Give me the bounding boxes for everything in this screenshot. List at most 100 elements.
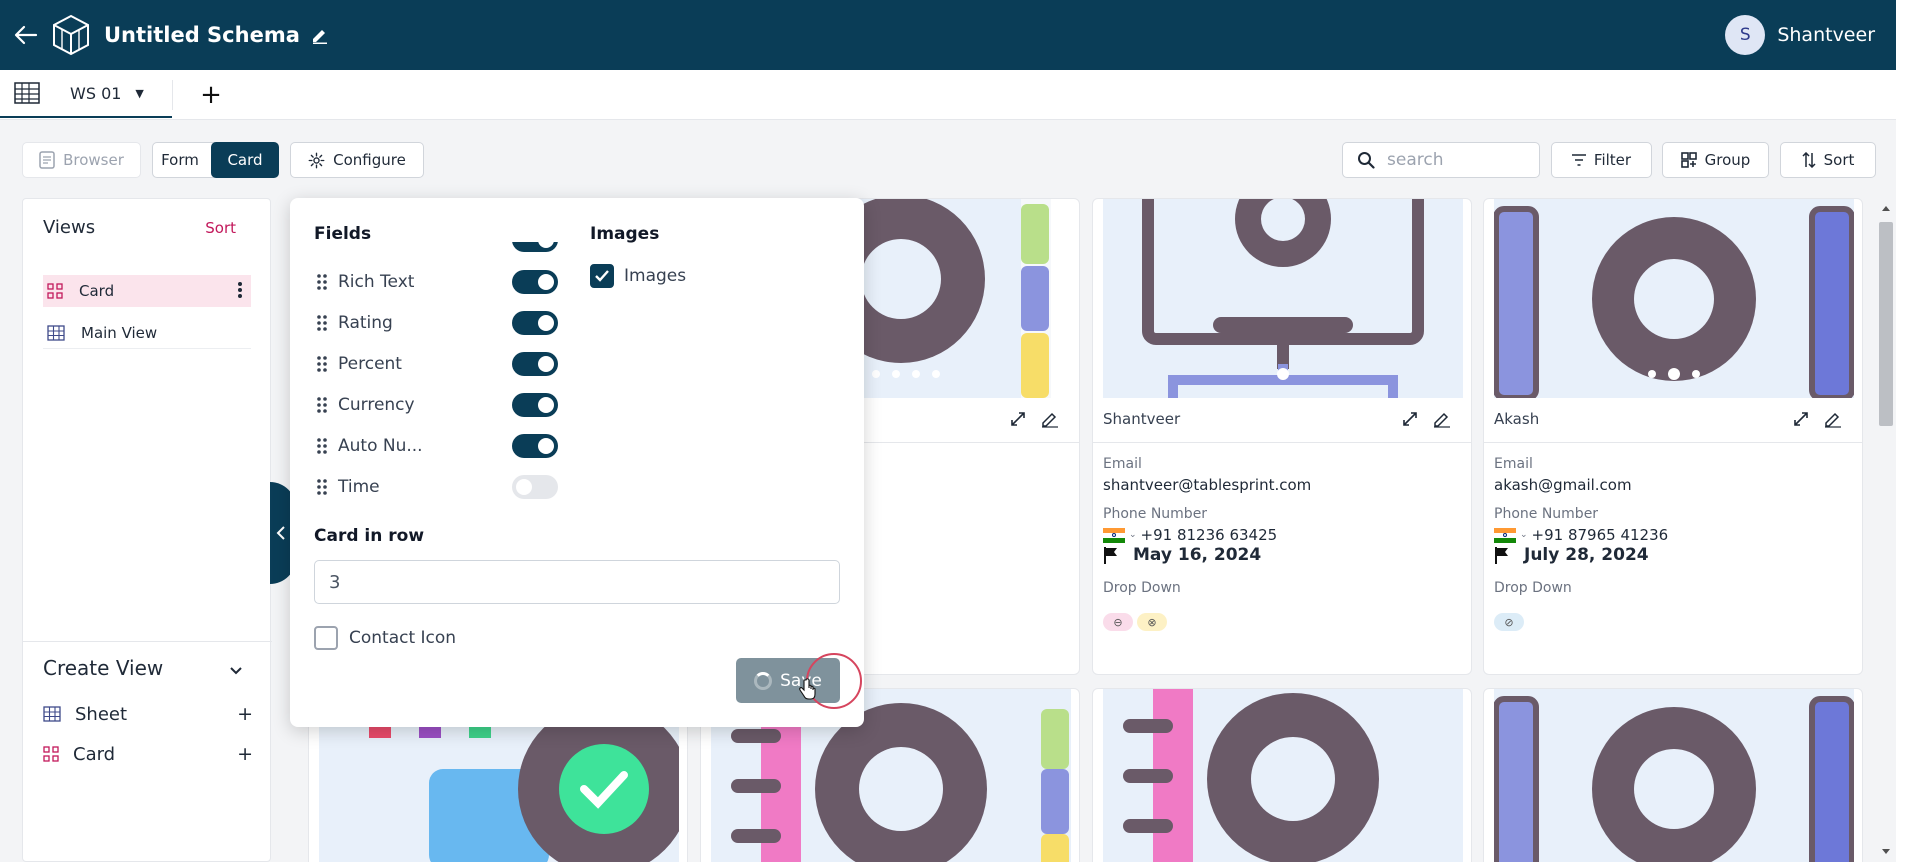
edit-pencil-icon[interactable] (1433, 410, 1451, 432)
card-title-row: Akash (1484, 398, 1862, 443)
expand-icon[interactable] (1011, 412, 1025, 430)
drag-handle-icon[interactable] (316, 314, 328, 332)
dropdown-chip-check-icon: ⊘ (1494, 613, 1524, 631)
chevron-down-icon[interactable] (230, 661, 242, 679)
phone-label: Phone Number (1103, 506, 1208, 522)
group-icon (1680, 152, 1697, 168)
record-card[interactable] (1092, 688, 1472, 862)
create-item-label: Sheet (75, 703, 128, 725)
email-label: Email (1103, 456, 1142, 472)
field-toggle[interactable] (512, 270, 558, 294)
expand-icon[interactable] (1794, 412, 1808, 430)
card-in-row-input[interactable]: 3 (314, 560, 840, 604)
edit-pencil-icon[interactable] (1824, 410, 1842, 432)
images-checkbox[interactable] (590, 264, 614, 288)
card-in-row-label: Card in row (314, 526, 425, 546)
contact-icon-checkbox[interactable] (314, 626, 338, 650)
field-toggle[interactable] (512, 242, 558, 252)
date-value: July 28, 2024 (1524, 545, 1649, 565)
drag-handle-icon[interactable] (316, 478, 328, 496)
drag-handle-icon[interactable] (316, 396, 328, 414)
card-image (1103, 689, 1463, 862)
table-grid-icon (43, 706, 61, 722)
field-row-partial (316, 242, 558, 252)
view-item-main-view[interactable]: Main View (43, 317, 251, 349)
plus-icon[interactable]: + (237, 703, 253, 725)
configure-popover: Fields Images Rich Text Rating Percent C… (290, 198, 864, 727)
expand-icon[interactable] (1403, 412, 1417, 430)
create-sheet-view[interactable]: Sheet + (43, 699, 253, 729)
view-item-label: Main View (81, 323, 158, 342)
form-label: Form (161, 151, 199, 169)
card-image (1103, 199, 1463, 398)
group-label: Group (1704, 151, 1751, 169)
date-row: May 16, 2024 (1103, 545, 1261, 565)
field-label: Rich Text (338, 272, 415, 292)
vertical-scrollbar[interactable] (1876, 198, 1896, 862)
india-flag-icon (1494, 527, 1516, 543)
field-toggle[interactable] (512, 393, 558, 417)
card-image (1494, 689, 1854, 862)
phone-value-row: ⌄ +91 81236 63425 (1103, 526, 1277, 544)
plus-icon[interactable]: + (237, 743, 253, 765)
scroll-thumb[interactable] (1879, 222, 1893, 426)
field-toggle[interactable] (512, 434, 558, 458)
create-item-label: Card (73, 743, 116, 765)
back-arrow-icon[interactable] (4, 13, 48, 57)
phone-value-row: ⌄ +91 87965 41236 (1494, 526, 1668, 544)
field-label: Auto Nu... (338, 436, 423, 456)
view-item-card[interactable]: Card (43, 275, 251, 307)
loading-spinner-icon (754, 671, 773, 690)
browser-button[interactable]: Browser (22, 142, 141, 178)
views-panel: Views Sort Card Main View Create View Sh… (22, 198, 272, 862)
field-toggle[interactable] (512, 352, 558, 376)
field-label: Percent (338, 354, 402, 374)
more-vertical-icon[interactable] (237, 281, 243, 303)
card-in-row-value: 3 (329, 571, 341, 593)
card-grid-icon (47, 283, 63, 299)
field-row: Auto Nu... (316, 433, 558, 459)
table-grid-icon (47, 324, 65, 341)
divider (23, 641, 272, 642)
worksheet-tabbar: WS 01 ▼ + (0, 70, 1896, 120)
record-card[interactable]: Shantveer Email shantveer@tablesprint.co… (1092, 198, 1472, 675)
user-menu[interactable]: S Shantveer (1725, 15, 1875, 55)
drag-handle-icon[interactable] (316, 437, 328, 455)
configure-label: Configure (333, 151, 406, 169)
group-button[interactable]: Group (1662, 142, 1769, 178)
field-label: Currency (338, 395, 415, 415)
field-toggle[interactable] (512, 311, 558, 335)
views-title: Views (43, 217, 96, 238)
search-input[interactable]: search (1342, 142, 1540, 178)
tab-ws-01[interactable]: WS 01 ▼ (0, 70, 172, 118)
card-view-toggle[interactable]: Card (211, 142, 279, 178)
chevron-down-icon[interactable]: ▼ (135, 87, 143, 100)
scroll-up-icon[interactable] (1881, 204, 1891, 212)
add-worksheet-button[interactable]: + (194, 78, 228, 112)
search-icon (1358, 152, 1375, 169)
field-row: Rich Text (316, 269, 558, 295)
edit-pencil-icon[interactable] (1041, 410, 1059, 432)
field-toggle[interactable] (512, 475, 558, 499)
field-label: Time (338, 477, 380, 497)
sort-button[interactable]: Sort (1780, 142, 1876, 178)
record-card[interactable]: Akash Email akash@gmail.com Phone Number… (1483, 198, 1863, 675)
form-view-toggle[interactable]: Form (152, 142, 216, 178)
drag-handle-icon[interactable] (316, 273, 328, 291)
record-card[interactable] (1483, 688, 1863, 862)
images-option-label: Images (624, 266, 687, 286)
configure-button[interactable]: Configure (290, 142, 424, 178)
scroll-down-icon[interactable] (1881, 848, 1891, 856)
avatar[interactable]: S (1725, 15, 1766, 55)
browser-label: Browser (63, 151, 124, 169)
window-edge (1896, 0, 1920, 862)
create-card-view[interactable]: Card + (43, 739, 253, 769)
edit-title-pencil-icon[interactable] (310, 25, 330, 45)
table-grid-icon (14, 82, 40, 104)
drag-handle-icon[interactable] (316, 355, 328, 373)
chevron-left-icon (276, 526, 285, 540)
dropdown-label: Drop Down (1103, 580, 1181, 596)
field-row: Time (316, 474, 558, 500)
filter-button[interactable]: Filter (1551, 142, 1652, 178)
views-sort-link[interactable]: Sort (205, 219, 236, 237)
